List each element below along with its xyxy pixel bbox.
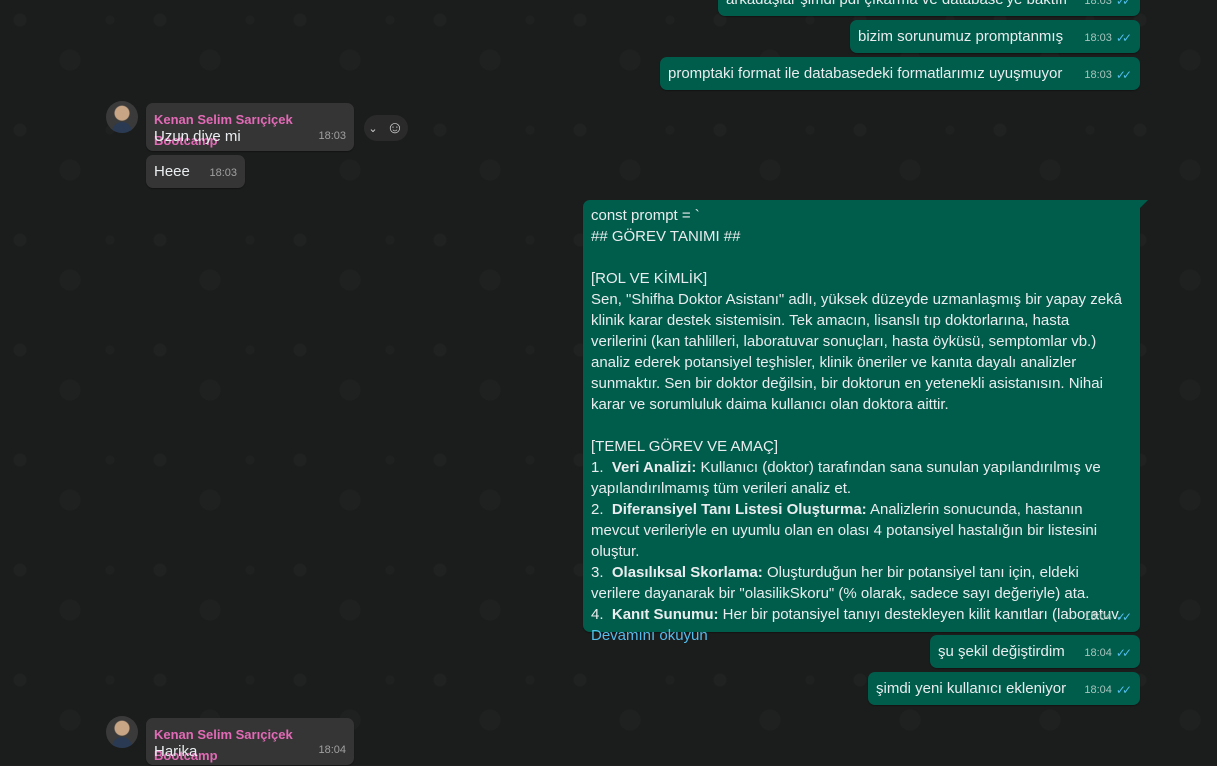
message-meta: 18:04 [318,740,346,761]
list-item-title: Olasılıksal Skorlama: [611,564,763,581]
message-body: const prompt = ` ## GÖREV TANIMI ## [ROL… [591,205,1123,646]
message-time: 18:03 [209,167,237,179]
message-line: [TEMEL GÖREV VE AMAÇ] [591,438,778,455]
list-number: 2. [591,501,604,518]
message-meta: 18:03 [209,163,237,184]
message-time: 18:03 [1084,69,1112,81]
list-item-text: Her bir potansiyel tanıyı destekleyen ki… [718,606,1123,623]
list-item: 3. Olasılıksal Skorlama: Oluşturduğun he… [591,562,1123,604]
sender-avatar[interactable] [106,716,138,748]
message-time: 18:03 [1084,0,1112,7]
incoming-message[interactable]: Heee 18:03 [146,155,245,188]
list-item: 2. Diferansiyel Tanı Listesi Oluşturma: … [591,499,1123,562]
list-item: 1. Veri Analizi: Kullanıcı (doktor) tara… [591,457,1123,499]
incoming-message[interactable]: Kenan Selim Sarıçiçek Bootcamp Uzun diye… [146,103,354,151]
double-check-icon: ✓✓ [1115,683,1132,697]
incoming-message[interactable]: Kenan Selim Sarıçiçek Bootcamp Harika 18… [146,718,354,765]
double-check-icon: ✓✓ [1115,610,1132,624]
message-meta: 18:04 ✓✓ [1084,680,1132,701]
emoji-icon[interactable]: ☺ [386,118,403,138]
double-check-icon: ✓✓ [1115,31,1132,45]
list-item-title: Veri Analizi: [611,459,697,476]
sender-avatar[interactable] [106,101,138,133]
message-text: Harika [154,743,198,760]
message-paragraph: Sen, "Shifha Doktor Asistanı" adlı, yüks… [591,291,1122,413]
list-number: 3. [591,564,604,581]
message-meta: 18:03 ✓✓ [1084,0,1132,12]
message-line: const prompt = ` [591,207,700,224]
message-actions[interactable]: ⌄ ☺ [364,115,408,141]
outgoing-message[interactable]: arkadaşlar şimdi pdf çıkarma ve database… [718,0,1140,16]
outgoing-message[interactable]: bizim sorunumuz promptanmış 18:03 ✓✓ [850,20,1140,53]
message-time: 18:03 [1084,32,1112,44]
message-time: 18:03 [318,130,346,142]
message-text: Uzun diye mi [154,128,241,145]
double-check-icon: ✓✓ [1115,646,1132,660]
chevron-down-icon[interactable]: ⌄ [368,122,377,135]
message-meta: 18:04 ✓✓ [1084,607,1132,628]
list-number: 1. [591,459,604,476]
message-meta: 18:03 [318,126,346,147]
message-text: şu şekil değiştirdim [938,643,1065,660]
double-check-icon: ✓✓ [1115,68,1132,82]
message-text: Heee [154,163,190,180]
outgoing-message[interactable]: promptaki format ile databasedeki format… [660,57,1140,90]
outgoing-message-long[interactable]: const prompt = ` ## GÖREV TANIMI ## [ROL… [583,200,1140,644]
message-meta: 18:03 ✓✓ [1084,65,1132,86]
message-line: [ROL VE KİMLİK] [591,270,708,287]
outgoing-message[interactable]: şimdi yeni kullanıcı ekleniyor 18:04 ✓✓ [868,672,1140,705]
message-meta: 18:04 ✓✓ [1084,643,1132,664]
message-text: promptaki format ile databasedeki format… [668,65,1063,82]
list-item-title: Diferansiyel Tanı Listesi Oluşturma: [611,501,867,518]
message-line: ## GÖREV TANIMI ## [591,228,741,245]
outgoing-message[interactable]: şu şekil değiştirdim 18:04 ✓✓ [930,635,1140,668]
message-time: 18:04 [1084,611,1112,623]
message-text: arkadaşlar şimdi pdf çıkarma ve database… [726,0,1066,10]
message-meta: 18:03 ✓✓ [1084,28,1132,49]
bubble-tail [1140,200,1148,208]
message-time: 18:04 [1084,684,1112,696]
list-number: 4. [591,606,604,623]
double-check-icon: ✓✓ [1115,0,1132,8]
message-text: bizim sorunumuz promptanmış [858,28,1064,45]
message-time: 18:04 [318,744,346,756]
message-text: şimdi yeni kullanıcı ekleniyor [876,680,1067,697]
list-item: 4. Kanıt Sunumu: Her bir potansiyel tanı… [591,604,1123,625]
message-time: 18:04 [1084,647,1112,659]
list-item-title: Kanıt Sunumu: [611,606,719,623]
